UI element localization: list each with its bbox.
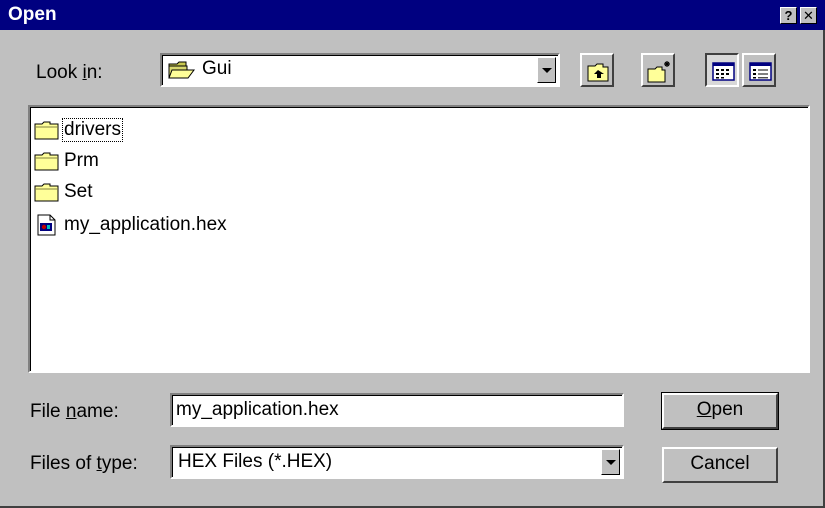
file-type-label: Files of type: [30, 453, 138, 474]
look-in-dropdown-arrow[interactable] [537, 57, 556, 83]
dialog-title: Open [8, 4, 57, 25]
file-item-label: drivers [61, 118, 124, 142]
open-button[interactable]: Open [662, 393, 778, 429]
file-type-dropdown[interactable]: HEX Files (*.HEX) [170, 445, 624, 479]
cancel-button[interactable]: Cancel [662, 447, 778, 483]
file-item-label: Set [64, 181, 93, 202]
list-view-button[interactable] [705, 53, 739, 87]
list-item[interactable]: Prm [34, 148, 100, 174]
look-in-dropdown[interactable]: Gui [160, 53, 560, 87]
close-icon: ✕ [803, 8, 814, 23]
file-type-value: HEX Files (*.HEX) [178, 451, 333, 472]
details-view-button[interactable] [742, 53, 776, 87]
file-list[interactable]: drivers Prm Set my_application.hex [28, 105, 810, 373]
file-type-dropdown-arrow[interactable] [601, 449, 620, 475]
list-view-icon [712, 62, 735, 81]
create-new-folder-button[interactable] [641, 53, 675, 87]
folder-icon [34, 152, 59, 171]
new-folder-icon [647, 61, 670, 83]
look-in-label: Look in: [36, 62, 103, 83]
list-item[interactable]: my_application.hex [34, 212, 228, 238]
folder-icon [34, 121, 59, 140]
details-view-icon [749, 62, 772, 81]
folder-up-icon [587, 63, 609, 82]
folder-open-icon [168, 61, 195, 79]
help-icon: ? [784, 8, 793, 23]
close-button[interactable]: ✕ [800, 7, 817, 24]
up-one-level-button[interactable] [580, 53, 614, 87]
file-item-label: Prm [64, 150, 99, 171]
hex-file-icon [37, 214, 56, 236]
file-name-input[interactable] [170, 393, 624, 427]
look-in-value: Gui [202, 58, 232, 79]
help-button[interactable]: ? [780, 7, 797, 24]
file-name-label: File name: [30, 401, 119, 422]
file-item-label: my_application.hex [64, 214, 227, 235]
open-dialog: Open ? ✕ Look in: Gui drivers Prm Set my… [0, 0, 825, 508]
list-item[interactable]: Set [34, 179, 94, 205]
title-bar[interactable]: Open ? ✕ [0, 0, 825, 30]
list-item[interactable]: drivers [34, 117, 124, 143]
folder-icon [34, 183, 59, 202]
